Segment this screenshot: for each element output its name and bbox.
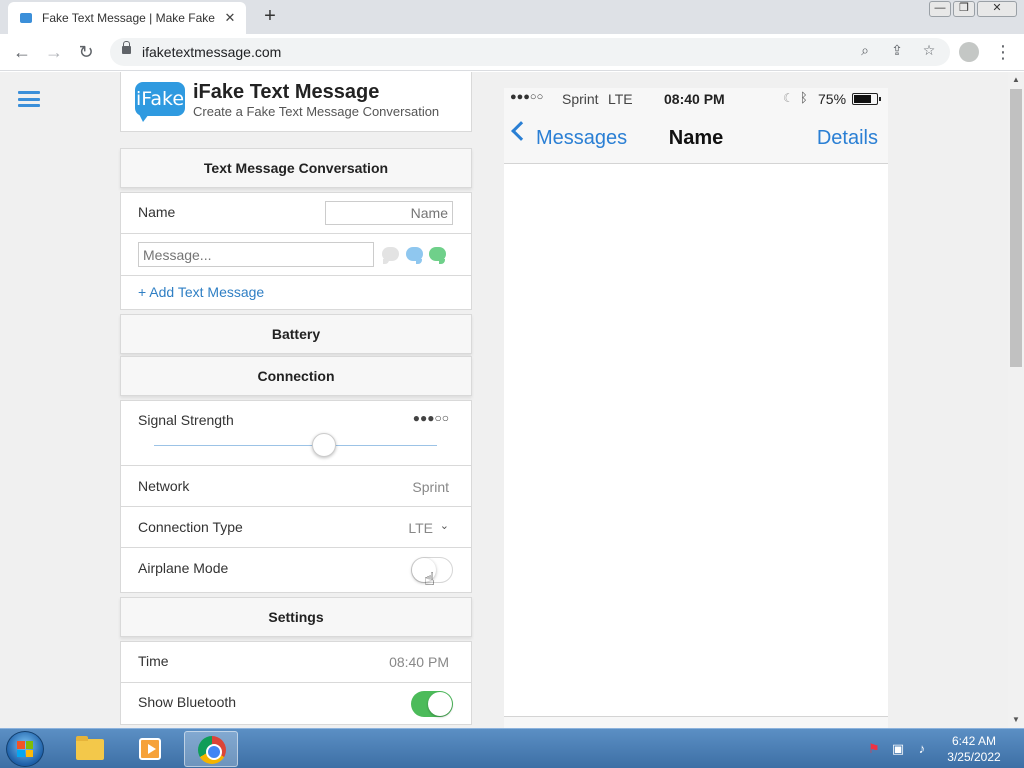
- chrome-icon: [198, 736, 226, 764]
- connection-type-row: Connection Type LTE ⌄: [120, 507, 472, 548]
- phone-network-type: LTE: [608, 91, 633, 107]
- section-connection[interactable]: Connection: [120, 356, 472, 396]
- browser-tab[interactable]: Fake Text Message | Make Fake Text Messa…: [8, 2, 246, 34]
- media-player-icon: [139, 738, 161, 760]
- clock-date: 3/25/2022: [947, 750, 1001, 764]
- hamburger-menu-icon[interactable]: [18, 91, 40, 107]
- add-text-message-link[interactable]: + Add Text Message: [138, 284, 264, 300]
- close-window-button[interactable]: ✕: [977, 1, 1017, 17]
- phone-status-bar: ●●●○○ Sprint LTE 08:40 PM ☾ ᛒ 75%: [504, 88, 888, 112]
- time-label: Time: [138, 653, 169, 669]
- profile-avatar-icon[interactable]: [959, 42, 979, 62]
- settings-panel: iFake iFake Text Message Create a Fake T…: [120, 72, 472, 725]
- site-favicon-icon: [20, 13, 32, 23]
- site-subtitle: Create a Fake Text Message Conversation: [193, 104, 440, 119]
- volume-icon[interactable]: ♪: [914, 741, 930, 756]
- message-row: [120, 234, 472, 276]
- windows-logo-icon: [17, 741, 33, 757]
- site-title: iFake Text Message: [193, 81, 380, 103]
- taskbar-media-player[interactable]: [122, 731, 176, 767]
- share-icon[interactable]: ⇪: [888, 42, 906, 59]
- section-conversation[interactable]: Text Message Conversation: [120, 148, 472, 188]
- back-arrow-icon[interactable]: ←: [10, 40, 34, 64]
- name-field[interactable]: [325, 201, 453, 225]
- page-content: iFake iFake Text Message Create a Fake T…: [0, 72, 1008, 728]
- show-bluetooth-label: Show Bluetooth: [138, 694, 237, 710]
- phone-nav-bar: Messages Name Details: [504, 112, 888, 164]
- airplane-mode-label: Airplane Mode: [138, 560, 229, 576]
- browser-menu-icon[interactable]: ⋮: [994, 40, 1012, 64]
- connection-type-label: Connection Type: [138, 519, 243, 535]
- add-message-row: + Add Text Message: [120, 276, 472, 310]
- phone-carrier: Sprint: [562, 91, 599, 107]
- network-tray-icon[interactable]: ▣: [890, 741, 906, 757]
- site-header: iFake iFake Text Message Create a Fake T…: [120, 72, 472, 132]
- start-button[interactable]: [6, 731, 44, 767]
- lock-icon: [122, 41, 131, 54]
- connection-type-select[interactable]: LTE: [408, 520, 433, 536]
- browser-toolbar: ← → ↻ ifaketextmessage.com ⌕ ⇪ ☆ ⋮: [0, 34, 1024, 71]
- scroll-down-icon[interactable]: ▼: [1008, 712, 1024, 728]
- clock-time: 6:42 AM: [951, 734, 997, 748]
- chevron-down-icon[interactable]: ⌄: [440, 519, 449, 532]
- taskbar-clock[interactable]: 6:42 AM 3/25/2022: [940, 733, 1008, 765]
- browser-tab-bar: Fake Text Message | Make Fake Text Messa…: [0, 0, 1024, 34]
- phone-time: 08:40 PM: [664, 91, 725, 107]
- battery-icon: [852, 93, 881, 105]
- phone-battery-percent: 75%: [818, 91, 847, 107]
- show-bluetooth-toggle[interactable]: [411, 691, 453, 717]
- name-label: Name: [138, 204, 176, 220]
- reload-icon[interactable]: ↻: [74, 40, 98, 64]
- phone-signal-icon: ●●●○○: [510, 91, 544, 103]
- signal-strength-label: Signal Strength: [138, 412, 234, 428]
- sms-bubble-icon[interactable]: [429, 247, 446, 264]
- tab-close-icon[interactable]: ✕: [222, 10, 238, 26]
- time-field[interactable]: 08:40 PM: [389, 654, 449, 670]
- signal-dots-display: ●●●○○: [412, 411, 449, 425]
- time-row: Time 08:40 PM: [120, 641, 472, 683]
- moon-icon: ☾: [783, 91, 794, 105]
- restore-button[interactable]: ❐: [953, 1, 975, 17]
- bookmark-star-icon[interactable]: ☆: [920, 42, 938, 59]
- zoom-icon[interactable]: ⌕: [856, 42, 874, 59]
- phone-input-bar: [504, 716, 888, 728]
- folder-icon: [76, 736, 104, 760]
- bluetooth-row: Show Bluetooth: [120, 683, 472, 725]
- minimize-button[interactable]: —: [929, 1, 951, 17]
- scroll-up-icon[interactable]: ▲: [1008, 72, 1024, 88]
- address-bar[interactable]: ifaketextmessage.com ⌕ ⇪ ☆: [110, 38, 950, 66]
- signal-slider-thumb[interactable]: [312, 433, 336, 457]
- url-text[interactable]: ifaketextmessage.com: [142, 44, 281, 60]
- action-center-icon[interactable]: ⚑: [866, 741, 882, 757]
- forward-arrow-icon[interactable]: →: [42, 40, 66, 64]
- hand-cursor-icon: ☝: [424, 569, 435, 589]
- taskbar-chrome[interactable]: [184, 731, 238, 767]
- network-label: Network: [138, 478, 190, 494]
- new-tab-button[interactable]: +: [258, 5, 282, 29]
- tab-title: Fake Text Message | Make Fake Text Messa…: [42, 11, 216, 25]
- network-row: Network Sprint: [120, 466, 472, 507]
- section-battery[interactable]: Battery: [120, 314, 472, 354]
- message-input[interactable]: [138, 242, 374, 267]
- signal-row: Signal Strength ●●●○○: [120, 400, 472, 466]
- airplane-row: Airplane Mode: [120, 548, 472, 593]
- received-bubble-icon[interactable]: [382, 247, 399, 264]
- network-field[interactable]: Sprint: [412, 479, 449, 495]
- page-scrollbar[interactable]: ▲ ▼: [1008, 72, 1024, 728]
- taskbar-file-explorer[interactable]: [62, 731, 116, 767]
- details-button: Details: [816, 127, 878, 149]
- section-settings[interactable]: Settings: [120, 597, 472, 637]
- name-row: Name: [120, 192, 472, 234]
- bluetooth-icon: ᛒ: [800, 90, 808, 105]
- scrollbar-thumb[interactable]: [1010, 89, 1022, 367]
- imessage-bubble-icon[interactable]: [406, 247, 423, 264]
- phone-preview: ●●●○○ Sprint LTE 08:40 PM ☾ ᛒ 75% Messag…: [504, 88, 888, 728]
- windows-taskbar: ⚑ ▣ ♪ 6:42 AM 3/25/2022: [0, 728, 1024, 768]
- signal-slider-track[interactable]: [154, 445, 437, 446]
- site-logo[interactable]: iFake: [135, 82, 185, 122]
